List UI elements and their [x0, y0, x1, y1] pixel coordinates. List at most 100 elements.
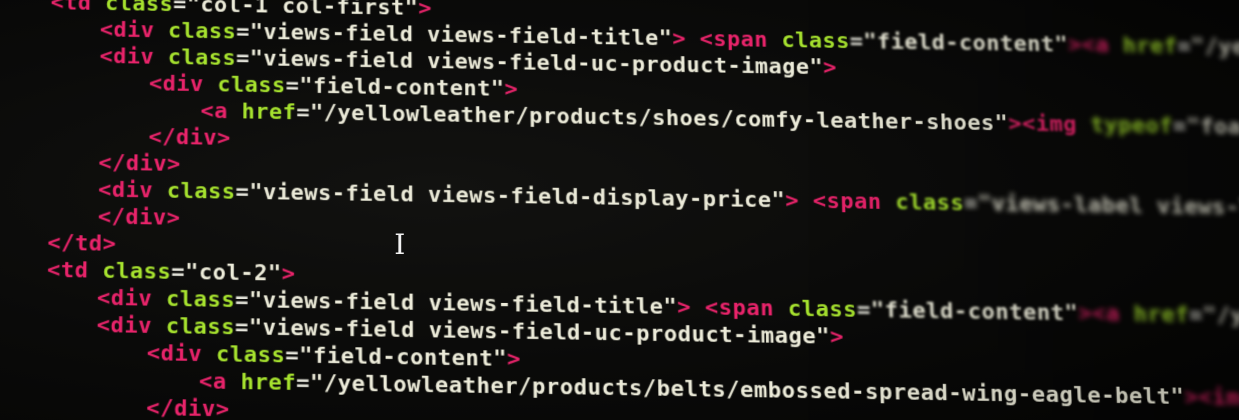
code-token-attr: href — [240, 369, 297, 397]
code-editor[interactable]: <td class="col-1 col-first"> <div class="… — [0, 0, 1239, 420]
code-token-attr: class — [165, 313, 236, 341]
code-token-eq: = — [1188, 302, 1204, 329]
code-token-tag: div — [162, 71, 204, 98]
code-token-br: >< — [1183, 384, 1213, 411]
code-view[interactable]: <td class="col-1 col-first"> <div class="… — [0, 0, 1239, 420]
code-token-attr: class — [167, 18, 237, 45]
code-token-tag: a — [214, 99, 228, 125]
code-token-eq: = — [171, 259, 186, 286]
code-token-attr: class — [102, 258, 172, 285]
code-token-tag: td — [74, 231, 103, 257]
code-token-str: "field-content" — [863, 29, 1069, 58]
code-token-tag: div — [113, 44, 155, 70]
code-token-br: > — [281, 261, 296, 287]
code-token-eq: = — [296, 370, 310, 397]
code-token-br: >< — [1077, 301, 1107, 327]
code-token-eq: = — [235, 287, 249, 314]
code-token-br: >< — [1007, 111, 1037, 137]
code-token-br: > — [829, 324, 845, 350]
code-token-br: < — [50, 0, 65, 16]
code-token-tag: div — [111, 177, 154, 204]
code-token-br: < — [96, 312, 111, 339]
code-token-br: > — [166, 151, 181, 177]
code-token-attr: class — [167, 45, 237, 71]
code-token-eq: = — [285, 73, 300, 99]
code-token-br: < — [99, 17, 114, 43]
code-token-tag: div — [110, 285, 153, 312]
code-token-attr: class — [104, 0, 174, 17]
code-token-tag: td — [60, 257, 89, 284]
code-token-attr: href — [241, 99, 297, 126]
code-token-br: </ — [148, 124, 177, 151]
code-token-tag: div — [125, 204, 167, 231]
code-token-br: </ — [97, 204, 126, 230]
code-token-br: > < — [785, 188, 827, 214]
code-token-attr: class — [787, 296, 858, 323]
code-token-attr: typeof — [1090, 112, 1174, 139]
code-token-br: </ — [146, 395, 175, 420]
code-token-eq: = — [234, 315, 249, 341]
code-token-str: "field-content" — [870, 297, 1079, 327]
code-token-str: "col-1 col-first" — [186, 0, 419, 21]
code-token-br: > — [166, 205, 181, 231]
code-token-br: > — [418, 0, 432, 21]
code-token-eq: = — [849, 29, 864, 55]
code-token-tag: a — [1095, 33, 1110, 58]
code-token-br: > — [102, 231, 117, 257]
code-token-eq: = — [285, 343, 300, 369]
code-token-attr: class — [165, 286, 236, 314]
code-token-attr: class — [217, 72, 286, 99]
code-token-eq: = — [235, 179, 250, 205]
code-token-br: < — [148, 71, 163, 97]
code-token-br: > — [822, 55, 838, 81]
code-token-attr: class — [781, 28, 851, 54]
code-token-attr: class — [895, 190, 965, 217]
code-token-br: >< — [1067, 32, 1096, 58]
code-token-br: > — [506, 346, 521, 373]
code-token-str: "col-2" — [184, 259, 282, 287]
code-token-tag: div — [173, 396, 216, 420]
code-token-tag: span — [826, 189, 883, 215]
code-token-tag: div — [125, 151, 168, 177]
code-token-eq: = — [236, 46, 250, 72]
text-cursor-icon: I — [394, 228, 406, 261]
code-token-tag: span — [713, 27, 769, 53]
code-token-br: < — [46, 257, 62, 284]
code-token-br: < — [98, 177, 113, 203]
code-token-tag: div — [113, 17, 155, 44]
code-token-tag: a — [212, 369, 227, 395]
code-token-eq: = — [1172, 114, 1188, 140]
code-token-attr: class — [166, 178, 236, 205]
code-token-br: < — [200, 98, 215, 124]
code-token-attr: class — [215, 342, 286, 369]
code-token-br: > — [504, 77, 519, 102]
code-token-tag: td — [64, 0, 92, 16]
code-token-eq: = — [296, 100, 311, 126]
code-token-br: </ — [98, 150, 126, 177]
code-token-attr: href — [1133, 301, 1190, 329]
code-token-str: "field-content" — [299, 73, 505, 102]
code-token-eq: = — [173, 0, 187, 18]
code-token-tag: span — [718, 295, 775, 322]
code-token-tag: div — [110, 313, 153, 339]
code-token-br: < — [99, 44, 114, 69]
code-token-tag: div — [160, 341, 203, 368]
code-token-br: > < — [677, 294, 720, 321]
code-token-br: < — [198, 369, 213, 395]
code-token-str: "foaf:Image" — [1186, 114, 1239, 142]
code-token-br: < — [146, 340, 161, 367]
code-token-attr: href — [1122, 33, 1178, 59]
